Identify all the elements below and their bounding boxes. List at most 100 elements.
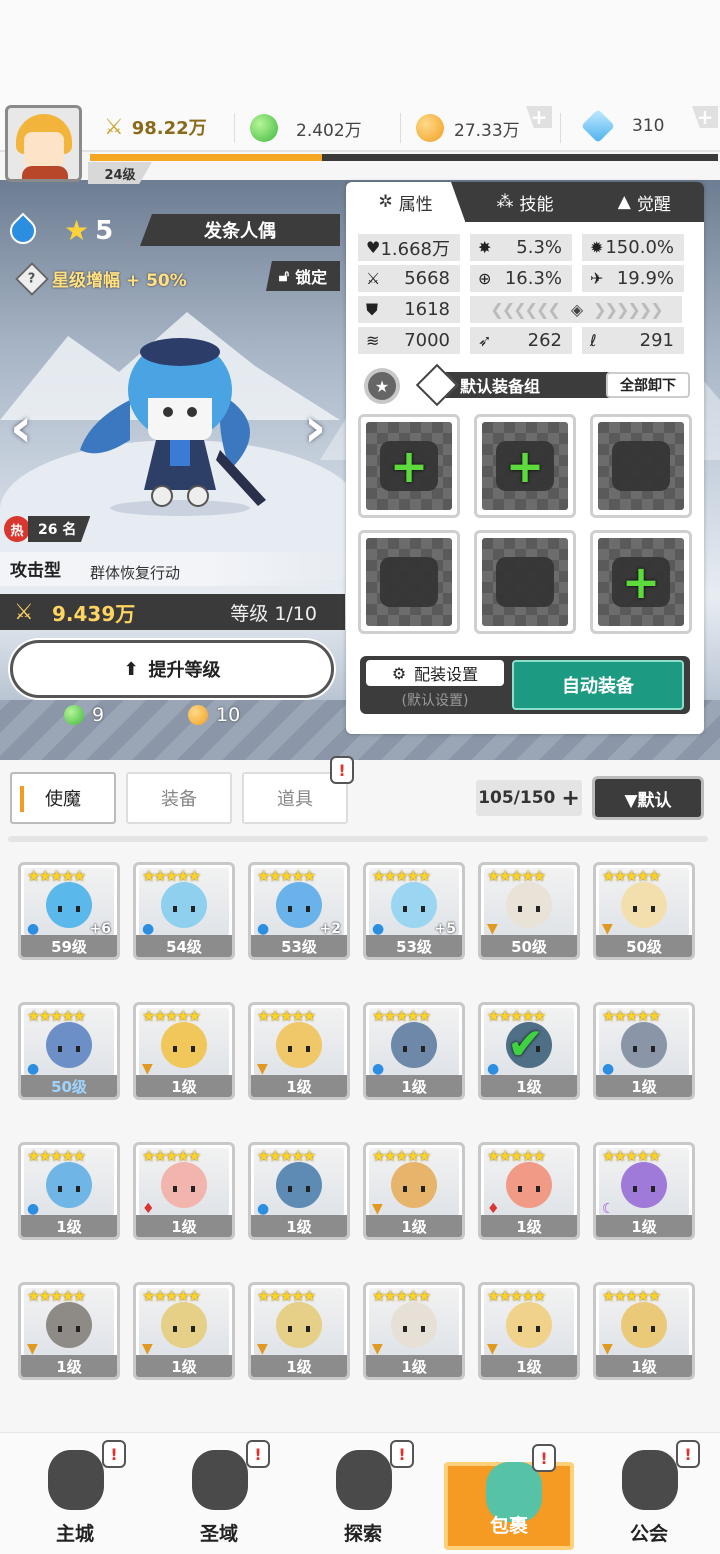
loadout-settings-subtitle: (默认设置): [401, 693, 469, 709]
player-avatar[interactable]: [5, 105, 82, 182]
familiar-card[interactable]: ★★★★★ ▼ 1级: [248, 1282, 350, 1380]
familiar-level: 1级: [366, 1075, 462, 1097]
add-gold-button[interactable]: +: [526, 106, 552, 128]
familiar-level: 1级: [366, 1215, 462, 1237]
plus-icon: +: [561, 785, 580, 811]
star-rating: ★★★★★: [372, 1147, 431, 1165]
stat-b: ℓ 291: [582, 327, 684, 354]
slot-background: +: [482, 422, 568, 510]
tab-awaken[interactable]: ▲ 觉醒: [585, 182, 704, 222]
equipment-silhouette: [380, 557, 438, 607]
familiar-card[interactable]: ★★★★★ ▼ 1级: [18, 1282, 120, 1380]
familiar-level: 1级: [136, 1075, 232, 1097]
nav-home[interactable]: 主城!: [10, 1432, 140, 1554]
weapon-slot[interactable]: +: [358, 414, 460, 518]
star-rating: ★★★★★: [372, 1007, 431, 1025]
familiar-card[interactable]: ★★★★★ ● 54级: [133, 862, 235, 960]
familiar-card[interactable]: ★★★★★ ▼ 1级: [133, 1282, 235, 1380]
tab-familiars[interactable]: 使魔: [10, 772, 116, 824]
water-element-icon: ●: [487, 1061, 500, 1077]
necklace-slot[interactable]: [474, 530, 576, 634]
sort-button[interactable]: ▼默认: [592, 776, 704, 820]
familiar-eyes: [58, 1046, 80, 1052]
notification-icon: !: [330, 756, 354, 784]
familiar-card[interactable]: ★★★★★ ● ✔ 1级: [478, 1002, 580, 1100]
familiar-card[interactable]: ★★★★★ ♦ 1级: [478, 1142, 580, 1240]
familiar-card[interactable]: ★★★★★ ▼ 50级: [478, 862, 580, 960]
familiar-level: 50级: [596, 935, 692, 957]
character-name: 发条人偶: [140, 214, 340, 246]
water-element-icon: ●: [27, 921, 40, 937]
tab-equipment[interactable]: 装备: [126, 772, 232, 824]
gold-coin-icon: [416, 114, 444, 142]
familiar-level: 50级: [481, 935, 577, 957]
familiar-level: 1级: [481, 1215, 577, 1237]
familiar-card[interactable]: ★★★★★ ▼ 1级: [248, 1002, 350, 1100]
familiar-card[interactable]: ★★★★★ ▼ 1级: [593, 1282, 695, 1380]
stat-grid: ♥ 1.668万 ✸ 5.3% ✹ 150.0% ⚔ 5668 ⊕ 16.3% ✈ 19.9…: [358, 234, 694, 358]
familiar-level: 1级: [251, 1215, 347, 1237]
familiar-card[interactable]: ★★★★★ ● 1级: [363, 1002, 465, 1100]
accessory-slot[interactable]: +: [590, 530, 692, 634]
familiar-card[interactable]: ★★★★★ ♦ 1级: [133, 1142, 235, 1240]
familiar-eyes: [173, 1326, 195, 1332]
prev-character-arrow[interactable]: ‹: [10, 396, 32, 459]
star-rating: ★★★★★: [487, 1287, 546, 1305]
familiar-card[interactable]: ★★★★★ ▼ 50级: [593, 862, 695, 960]
lock-button[interactable]: 🔓︎ 锁定: [266, 261, 340, 291]
checkmark-icon: ✔: [507, 1019, 544, 1070]
tab-skills[interactable]: ⁂ 技能: [465, 182, 584, 222]
familiar-head: [391, 1162, 437, 1208]
add-diamond-button[interactable]: +: [692, 106, 718, 128]
star-icon: ★: [64, 214, 90, 247]
sword-icon: ⚔: [366, 269, 381, 288]
upgrade-level-button[interactable]: ⬆ 提升等级: [10, 640, 334, 698]
nav-sanctuary[interactable]: 圣域!: [154, 1432, 284, 1554]
swap-equipment-button[interactable]: [415, 363, 459, 407]
guild-icon: [622, 1450, 678, 1510]
familiar-eyes: [403, 1326, 425, 1332]
familiar-card[interactable]: ★★★★★ ● 1级: [248, 1142, 350, 1240]
shield-icon: ⛊: [366, 299, 379, 319]
familiar-card[interactable]: ★★★★★ ● 1级: [18, 1142, 120, 1240]
slot-background: [366, 538, 452, 626]
familiar-level: 1级: [251, 1075, 347, 1097]
familiar-card[interactable]: ★★★★★ ● 1级: [593, 1002, 695, 1100]
familiar-card[interactable]: ★★★★★ ● +5 53级: [363, 862, 465, 960]
roster-count[interactable]: 105/150 +: [476, 780, 582, 816]
familiar-head: [506, 1162, 552, 1208]
water-element-icon: ●: [602, 1061, 615, 1077]
star-bonus[interactable]: ? 星级增幅 + 50%: [15, 261, 187, 296]
familiar-eyes: [173, 1186, 195, 1192]
nav-guild[interactable]: 公会!: [584, 1432, 714, 1554]
familiar-card[interactable]: ★★★★★ ▼ 1级: [363, 1142, 465, 1240]
helmet-slot[interactable]: +: [474, 414, 576, 518]
green-gem-icon: [250, 114, 278, 142]
auto-equip-button[interactable]: 自动装备: [512, 660, 684, 710]
tab-attributes[interactable]: ✲ 属性: [346, 182, 466, 222]
familiar-card[interactable]: ★★★★★ ● 50级: [18, 1002, 120, 1100]
earth-element-icon: ▼: [372, 1201, 383, 1217]
familiar-card[interactable]: ★★★★★ ▼ 1级: [133, 1002, 235, 1100]
nav-backpack[interactable]: 包裹!: [444, 1444, 574, 1550]
stat-crit-damage: ✹ 150.0%: [582, 234, 684, 261]
familiar-card[interactable]: ★★★★★ ● +2 53级: [248, 862, 350, 960]
stat-defense: ⛊ 1618: [358, 296, 460, 323]
star-rating: ★★★★★: [27, 1007, 86, 1025]
armor-slot[interactable]: [590, 414, 692, 518]
familiar-card[interactable]: ★★★★★ ● +6 59级: [18, 862, 120, 960]
familiar-head: [621, 882, 667, 928]
avatar-face: [24, 132, 64, 168]
skill-icon: ⁂: [496, 192, 514, 212]
unload-all-button[interactable]: 全部卸下: [606, 372, 690, 398]
earth-element-icon: ▼: [257, 1341, 268, 1357]
help-icon[interactable]: ?: [15, 261, 49, 296]
nav-explore[interactable]: 探索!: [298, 1432, 428, 1554]
earth-element-icon: ▼: [142, 1341, 153, 1357]
stat-attack: ⚔ 5668: [358, 265, 460, 292]
familiar-card[interactable]: ★★★★★ ▼ 1级: [478, 1282, 580, 1380]
familiar-card[interactable]: ★★★★★ ☾ 1级: [593, 1142, 695, 1240]
belt-slot[interactable]: [358, 530, 460, 634]
loadout-settings-button[interactable]: ⚙ 配装设置: [366, 660, 504, 686]
familiar-card[interactable]: ★★★★★ ▼ 1级: [363, 1282, 465, 1380]
